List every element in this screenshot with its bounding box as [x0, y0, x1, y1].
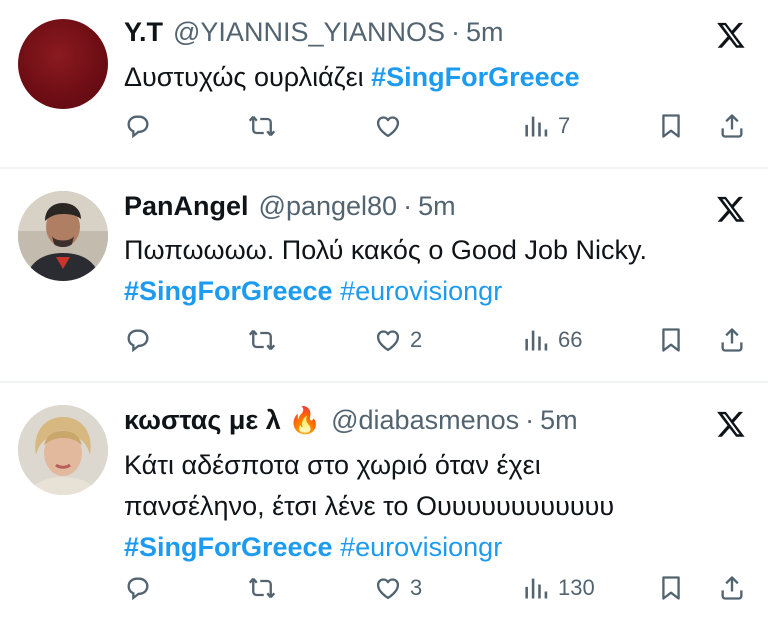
retweet-icon: [248, 115, 276, 137]
tweet[interactable]: PanAngel @pangel80 · 5m Πωπωωωω. Πολύ κα…: [0, 167, 768, 381]
bookmark-icon: [662, 576, 680, 600]
tweet-body-line: πανσέληνο, έτσι λένε το Ουυυυυυυυυυυυ: [124, 491, 615, 521]
avatar-photo: [18, 405, 108, 495]
bookmark-button[interactable]: [657, 323, 685, 357]
avatar[interactable]: [18, 405, 108, 495]
bookmark-icon: [662, 114, 680, 138]
views-button[interactable]: 7: [522, 109, 570, 143]
like-icon: [376, 330, 400, 352]
fire-emoji: 🔥: [288, 405, 322, 435]
tweet[interactable]: κωστας με λ 🔥 @diabasmenos · 5m Κάτι αδέ…: [0, 381, 768, 630]
x-logo-icon: [717, 196, 745, 222]
x-logo-icon: [717, 411, 745, 437]
share-icon: [721, 328, 743, 352]
retweet-button[interactable]: [248, 571, 276, 605]
tweet-header: PanAngel @pangel80 · 5m: [124, 190, 456, 222]
tweet-text: Δυστυχώς ουρλιάζει #SingForGreece: [124, 57, 744, 98]
tweet-body-text: Πωπωωωω. Πολύ κακός ο Good Job Nicky.: [124, 235, 647, 265]
like-icon: [376, 116, 400, 138]
action-bar: 7: [124, 109, 748, 143]
share-button[interactable]: [718, 109, 746, 143]
like-count: 3: [410, 575, 423, 600]
reply-button[interactable]: [124, 109, 152, 143]
separator-dot: ·: [451, 17, 460, 47]
views-count: 7: [558, 113, 571, 138]
display-name[interactable]: PanAngel: [124, 190, 249, 222]
hashtag-link[interactable]: #eurovisiongr: [340, 532, 502, 562]
x-logo-icon: [717, 22, 745, 48]
tweet-body-line: Κάτι αδέσποτα στο χωριό όταν έχει: [124, 450, 541, 480]
user-handle[interactable]: @diabasmenos: [331, 404, 519, 436]
views-count: 130: [558, 575, 595, 600]
reply-button[interactable]: [124, 571, 152, 605]
user-handle[interactable]: @pangel80: [259, 190, 398, 222]
user-handle[interactable]: @YIANNIS_YIANNOS: [173, 16, 445, 48]
hashtag-link[interactable]: #SingForGreece: [124, 532, 333, 562]
tweet-text: Πωπωωωω. Πολύ κακός ο Good Job Nicky. #S…: [124, 230, 744, 312]
reply-icon: [127, 329, 149, 353]
hashtag-link[interactable]: #eurovisiongr: [340, 276, 502, 306]
views-button[interactable]: 66: [522, 323, 582, 357]
like-icon: [376, 578, 400, 600]
share-icon: [721, 114, 743, 138]
like-button[interactable]: [374, 109, 410, 143]
timestamp[interactable]: 5m: [540, 404, 578, 436]
action-bar: 2 66: [124, 323, 748, 357]
action-bar: 3 130: [124, 571, 748, 605]
views-count: 66: [558, 327, 583, 352]
hashtag-link[interactable]: #SingForGreece: [371, 62, 580, 92]
timestamp[interactable]: 5m: [466, 16, 504, 48]
retweet-button[interactable]: [248, 109, 276, 143]
views-icon: [525, 578, 548, 599]
share-button[interactable]: [718, 571, 746, 605]
bookmark-button[interactable]: [657, 109, 685, 143]
tweet-header: Y.T @YIANNIS_YIANNOS · 5m: [124, 16, 504, 48]
display-name[interactable]: Y.T: [124, 16, 163, 48]
tweet-header: κωστας με λ 🔥 @diabasmenos · 5m: [124, 404, 578, 436]
separator-dot: ·: [403, 191, 413, 221]
avatar[interactable]: [18, 19, 108, 109]
retweet-icon: [248, 577, 276, 599]
bookmark-icon: [662, 328, 680, 352]
reply-icon: [127, 115, 149, 139]
tweet-feed: Y.T @YIANNIS_YIANNOS · 5m Δυστυχώς ουρλι…: [0, 0, 768, 630]
avatar[interactable]: [18, 191, 108, 281]
avatar-photo: [18, 191, 108, 281]
like-count: 2: [410, 327, 423, 352]
views-icon: [525, 330, 548, 351]
tweet-body-text: Δυστυχώς ουρλιάζει: [124, 62, 372, 92]
hashtag-link[interactable]: #SingForGreece: [124, 276, 333, 306]
reply-icon: [127, 577, 149, 601]
reply-button[interactable]: [124, 323, 152, 357]
retweet-button[interactable]: [248, 323, 276, 357]
views-icon: [525, 116, 548, 137]
retweet-icon: [248, 329, 276, 351]
bookmark-button[interactable]: [657, 571, 685, 605]
display-name[interactable]: κωστας με λ: [124, 404, 281, 436]
tweet-text: Κάτι αδέσποτα στο χωριό όταν έχει πανσέλ…: [124, 445, 744, 568]
share-icon: [721, 576, 743, 600]
like-button[interactable]: 3: [374, 571, 422, 605]
views-button[interactable]: 130: [522, 571, 595, 605]
separator-dot: ·: [525, 405, 535, 435]
tweet[interactable]: Y.T @YIANNIS_YIANNOS · 5m Δυστυχώς ουρλι…: [0, 0, 768, 167]
share-button[interactable]: [718, 323, 746, 357]
timestamp[interactable]: 5m: [418, 190, 456, 222]
like-button[interactable]: 2: [374, 323, 422, 357]
